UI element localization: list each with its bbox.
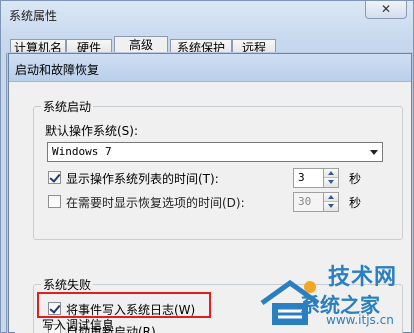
spin-up-icon[interactable] [324, 193, 338, 202]
show-recovery-checkbox[interactable] [48, 195, 61, 208]
show-recovery-label: 在需要时显示恢复选项的时间(D): [66, 196, 245, 210]
show-os-list-label: 显示操作系统列表的时间(T): [66, 172, 219, 186]
watermark-line1: 技术网 [328, 265, 398, 290]
watermark-url: www.itjs.cn [326, 313, 394, 327]
close-icon: ✕ [380, 2, 392, 16]
site-watermark: 技术网 系统之家 www.itjs.cn [258, 257, 408, 329]
default-os-label: 默认操作系统(S): [45, 124, 139, 138]
show-os-list-spinner[interactable] [323, 168, 339, 188]
show-recovery-unit: 秒 [349, 196, 362, 210]
window-title: 系统属性 [9, 9, 58, 23]
debug-info-label: 写入调试信息 [42, 318, 115, 332]
dialog-titlebar[interactable]: 启动和故障恢复 [9, 54, 411, 82]
highlight-annotation [37, 292, 211, 318]
spin-down-icon[interactable] [324, 202, 338, 211]
close-button[interactable]: ✕ [365, 1, 407, 19]
chevron-down-icon [370, 150, 378, 155]
default-os-select[interactable]: Windows 7 [47, 142, 383, 162]
spin-down-icon[interactable] [324, 178, 338, 187]
system-startup-label: 系统启动 [41, 98, 94, 115]
show-os-list-checkbox[interactable] [48, 171, 61, 184]
show-os-list-unit: 秒 [349, 172, 362, 186]
show-recovery-spinner[interactable] [323, 192, 339, 212]
system-failure-label: 系统失败 [41, 276, 94, 293]
spin-up-icon[interactable] [324, 169, 338, 178]
default-os-value: Windows 7 [52, 145, 112, 158]
dialog-title: 启动和故障恢复 [15, 63, 100, 77]
